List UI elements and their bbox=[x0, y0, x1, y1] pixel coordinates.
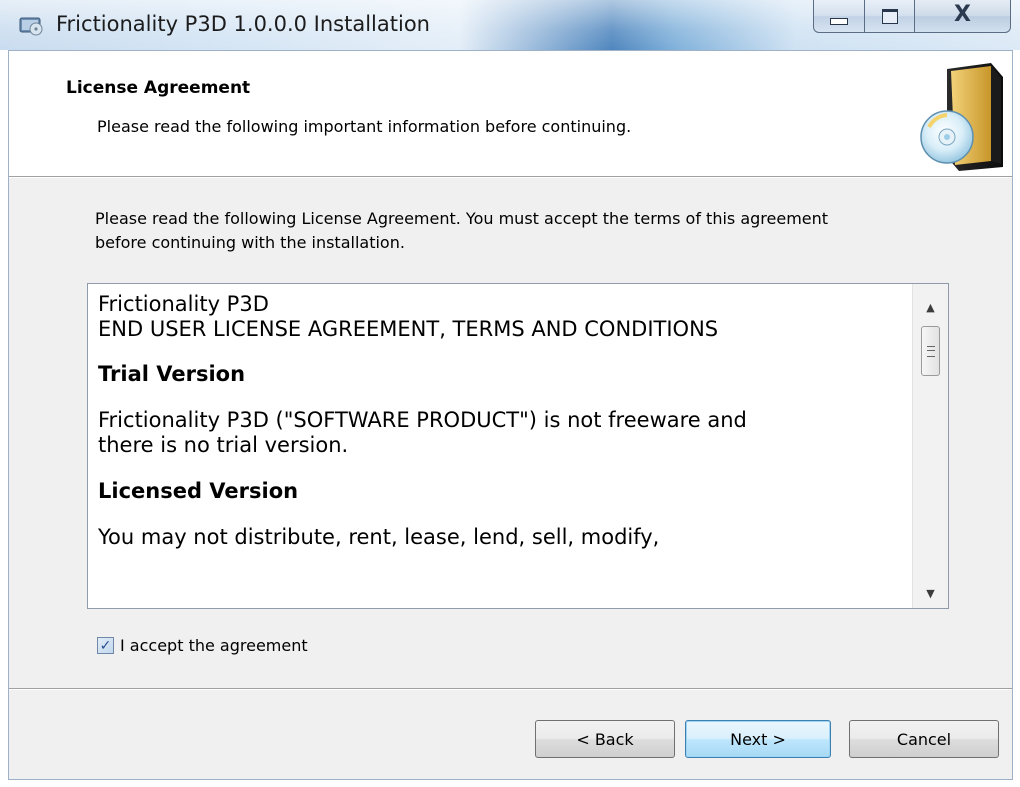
scroll-thumb[interactable] bbox=[921, 326, 940, 376]
page-title: License Agreement bbox=[66, 78, 251, 98]
title-bar[interactable]: Frictionality P3D 1.0.0.0 Installation X bbox=[0, 0, 1020, 50]
wizard-header: License Agreement Please read the follow… bbox=[9, 51, 1012, 177]
back-button[interactable]: < Back bbox=[535, 720, 675, 758]
intro-text: Please read the following License Agreem… bbox=[95, 209, 829, 252]
footer-separator bbox=[9, 688, 1012, 690]
minimize-button[interactable] bbox=[813, 0, 865, 33]
page-subtitle: Please read the following important info… bbox=[97, 117, 632, 136]
cancel-button[interactable]: Cancel bbox=[849, 720, 999, 758]
installer-app-icon bbox=[19, 17, 43, 36]
scroll-up-arrow-icon[interactable]: ▲ bbox=[913, 292, 948, 322]
license-heading: Trial Version bbox=[98, 362, 246, 386]
minimize-icon bbox=[830, 17, 848, 25]
license-text-box[interactable]: Frictionality P3D END USER LICENSE AGREE… bbox=[87, 283, 949, 609]
wizard-window: License Agreement Please read the follow… bbox=[8, 50, 1013, 780]
accept-agreement-row[interactable]: ✓ I accept the agreement bbox=[97, 636, 308, 655]
license-line: Frictionality P3D ("SOFTWARE PRODUCT") i… bbox=[98, 408, 747, 432]
scroll-down-arrow-icon[interactable]: ▼ bbox=[913, 578, 948, 608]
install-disc-book-icon bbox=[920, 63, 1003, 171]
window-title: Frictionality P3D 1.0.0.0 Installation bbox=[56, 12, 430, 36]
license-line: You may not distribute, rent, lease, len… bbox=[98, 525, 660, 549]
close-button[interactable]: X bbox=[915, 0, 1011, 33]
license-line: Frictionality P3D bbox=[98, 292, 269, 316]
checkmark-icon: ✓ bbox=[99, 637, 112, 654]
header-separator bbox=[9, 177, 1012, 178]
maximize-button[interactable] bbox=[865, 0, 915, 33]
license-line: there is no trial version. bbox=[98, 433, 349, 457]
license-line: END USER LICENSE AGREEMENT, TERMS AND CO… bbox=[98, 317, 719, 341]
maximize-icon bbox=[881, 8, 898, 24]
caption-buttons: X bbox=[813, 0, 1013, 34]
license-heading: Licensed Version bbox=[98, 479, 299, 503]
grip-icon bbox=[926, 345, 935, 357]
next-button[interactable]: Next > bbox=[685, 720, 831, 758]
license-scrollbar[interactable]: ▲ ▼ bbox=[912, 284, 948, 608]
accept-agreement-checkbox[interactable]: ✓ bbox=[97, 637, 114, 654]
license-content: Frictionality P3D END USER LICENSE AGREE… bbox=[98, 292, 908, 550]
accept-agreement-label[interactable]: I accept the agreement bbox=[120, 636, 308, 655]
close-icon: X bbox=[954, 2, 971, 27]
